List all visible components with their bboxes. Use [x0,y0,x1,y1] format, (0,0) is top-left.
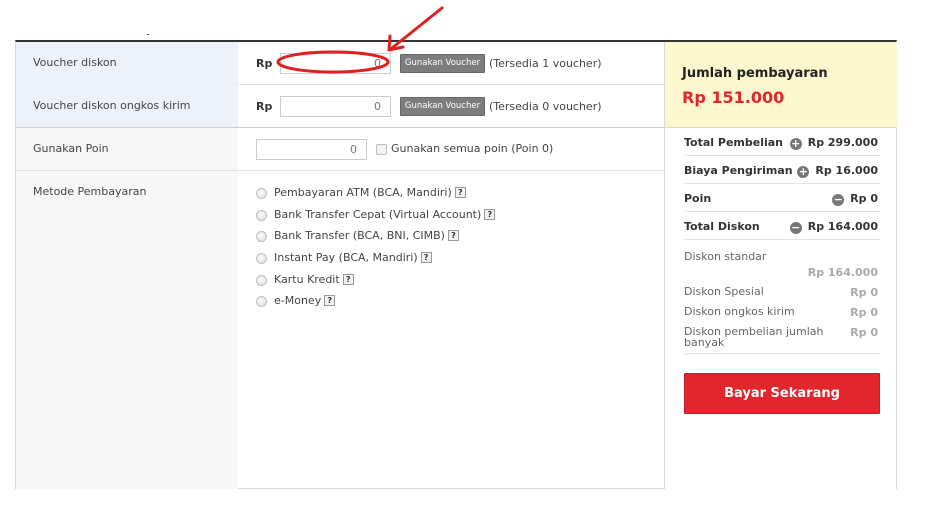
total-discount-amount: Rp 164.000 [807,220,878,233]
payment-option-bank-transfer[interactable]: Bank Transfer (BCA, BNI, CIMB)? [274,229,459,242]
divider [238,84,664,85]
shipping-cost-value: + Rp 16.000 [797,164,878,178]
divider [684,155,880,156]
shipping-voucher-availability: (Tersedia 0 voucher) [489,100,602,113]
help-icon[interactable]: ? [324,295,336,306]
payment-radio-emoney[interactable] [256,296,267,307]
payment-option-atm[interactable]: Pembayaran ATM (BCA, Mandiri)? [274,186,466,199]
payment-radio-bank-transfer[interactable] [256,231,267,242]
voucher-section-highlight [16,42,238,128]
divider [684,183,880,184]
payment-radio-credit-card[interactable] [256,275,267,286]
payment-radio-virtual-account[interactable] [256,210,267,221]
shipping-voucher-input[interactable]: 0 [280,96,391,117]
shipping-cost-label: Biaya Pengiriman [684,164,793,177]
payment-method-label: Metode Pembayaran [33,185,147,198]
points-summary-amount: Rp 0 [850,192,878,205]
shipping-discount-label: Diskon ongkos kirim [684,305,795,318]
points-summary-value: − Rp 0 [832,192,878,206]
shipping-voucher-currency: Rp [256,100,273,113]
help-icon[interactable]: ? [454,187,466,198]
minus-circle-icon: − [832,193,845,206]
help-icon[interactable]: ? [484,209,496,220]
divider [684,353,880,354]
voucher-input[interactable]: 0 [280,53,391,74]
total-discount-label: Total Diskon [684,220,760,233]
bulk-discount-value: Rp 0 [850,326,878,339]
payment-option-label: Bank Transfer (BCA, BNI, CIMB) [274,229,445,242]
plus-circle-icon: + [797,165,810,178]
points-label: Gunakan Poin [33,142,109,155]
standard-discount-label: Diskon standar [684,250,767,263]
special-discount-label: Diskon Spesial [684,285,764,298]
payment-radio-instant-pay[interactable] [256,253,267,264]
points-input[interactable]: 0 [256,139,367,160]
bulk-discount-label: Diskon pembelian jumlah banyak [684,325,824,349]
voucher-currency: Rp [256,57,273,70]
checkout-panel: Voucher diskon Rp 0 Gunakan Voucher (Ter… [15,40,897,489]
shipping-discount-value: Rp 0 [850,306,878,319]
payment-option-label: e-Money [274,294,322,307]
divider [684,239,880,240]
total-purchase-amount: Rp 299.000 [807,136,878,149]
payment-option-virtual-account[interactable]: Bank Transfer Cepat (Virtual Account)? [274,208,496,221]
payment-total-amount: Rp 151.000 [682,88,785,107]
total-purchase-label: Total Pembelian [684,136,783,149]
use-voucher-button[interactable]: Gunakan Voucher [400,54,485,73]
points-summary-label: Poin [684,192,712,205]
pay-now-button[interactable]: Bayar Sekarang [684,373,880,414]
payment-option-emoney[interactable]: e-Money? [274,294,336,307]
voucher-label: Voucher diskon [33,56,117,69]
payment-total-box: Jumlah pembayaran Rp 151.000 [665,42,897,128]
total-purchase-value: + Rp 299.000 [789,136,878,150]
divider [16,127,664,128]
plus-circle-icon: + [789,137,802,150]
minus-circle-icon: − [789,221,802,234]
help-icon[interactable]: ? [447,230,459,241]
payment-option-credit-card[interactable]: Kartu Kredit? [274,273,354,286]
use-all-points-checkbox[interactable] [376,144,387,155]
special-discount-value: Rp 0 [850,286,878,299]
shipping-cost-amount: Rp 16.000 [815,164,878,177]
payment-total-title: Jumlah pembayaran [682,66,828,81]
help-icon[interactable]: ? [342,274,354,285]
payment-option-label: Instant Pay (BCA, Mandiri) [274,251,418,264]
shipping-voucher-label: Voucher diskon ongkos kirim [33,99,191,112]
voucher-availability: (Tersedia 1 voucher) [489,57,602,70]
payment-option-label: Kartu Kredit [274,273,340,286]
stray-dot [147,34,149,35]
use-all-points-label: Gunakan semua poin (Poin 0) [391,142,554,155]
payment-option-label: Bank Transfer Cepat (Virtual Account) [274,208,482,221]
payment-summary: Jumlah pembayaran Rp 151.000 Total Pembe… [664,42,897,489]
use-shipping-voucher-button[interactable]: Gunakan Voucher [400,97,485,116]
payment-option-instant-pay[interactable]: Instant Pay (BCA, Mandiri)? [274,251,432,264]
divider [684,211,880,212]
divider [16,170,664,171]
payment-option-label: Pembayaran ATM (BCA, Mandiri) [274,186,452,199]
total-discount-value: − Rp 164.000 [789,220,878,234]
payment-radio-atm[interactable] [256,188,267,199]
standard-discount-value: Rp 164.000 [807,266,878,279]
help-icon[interactable]: ? [420,252,432,263]
